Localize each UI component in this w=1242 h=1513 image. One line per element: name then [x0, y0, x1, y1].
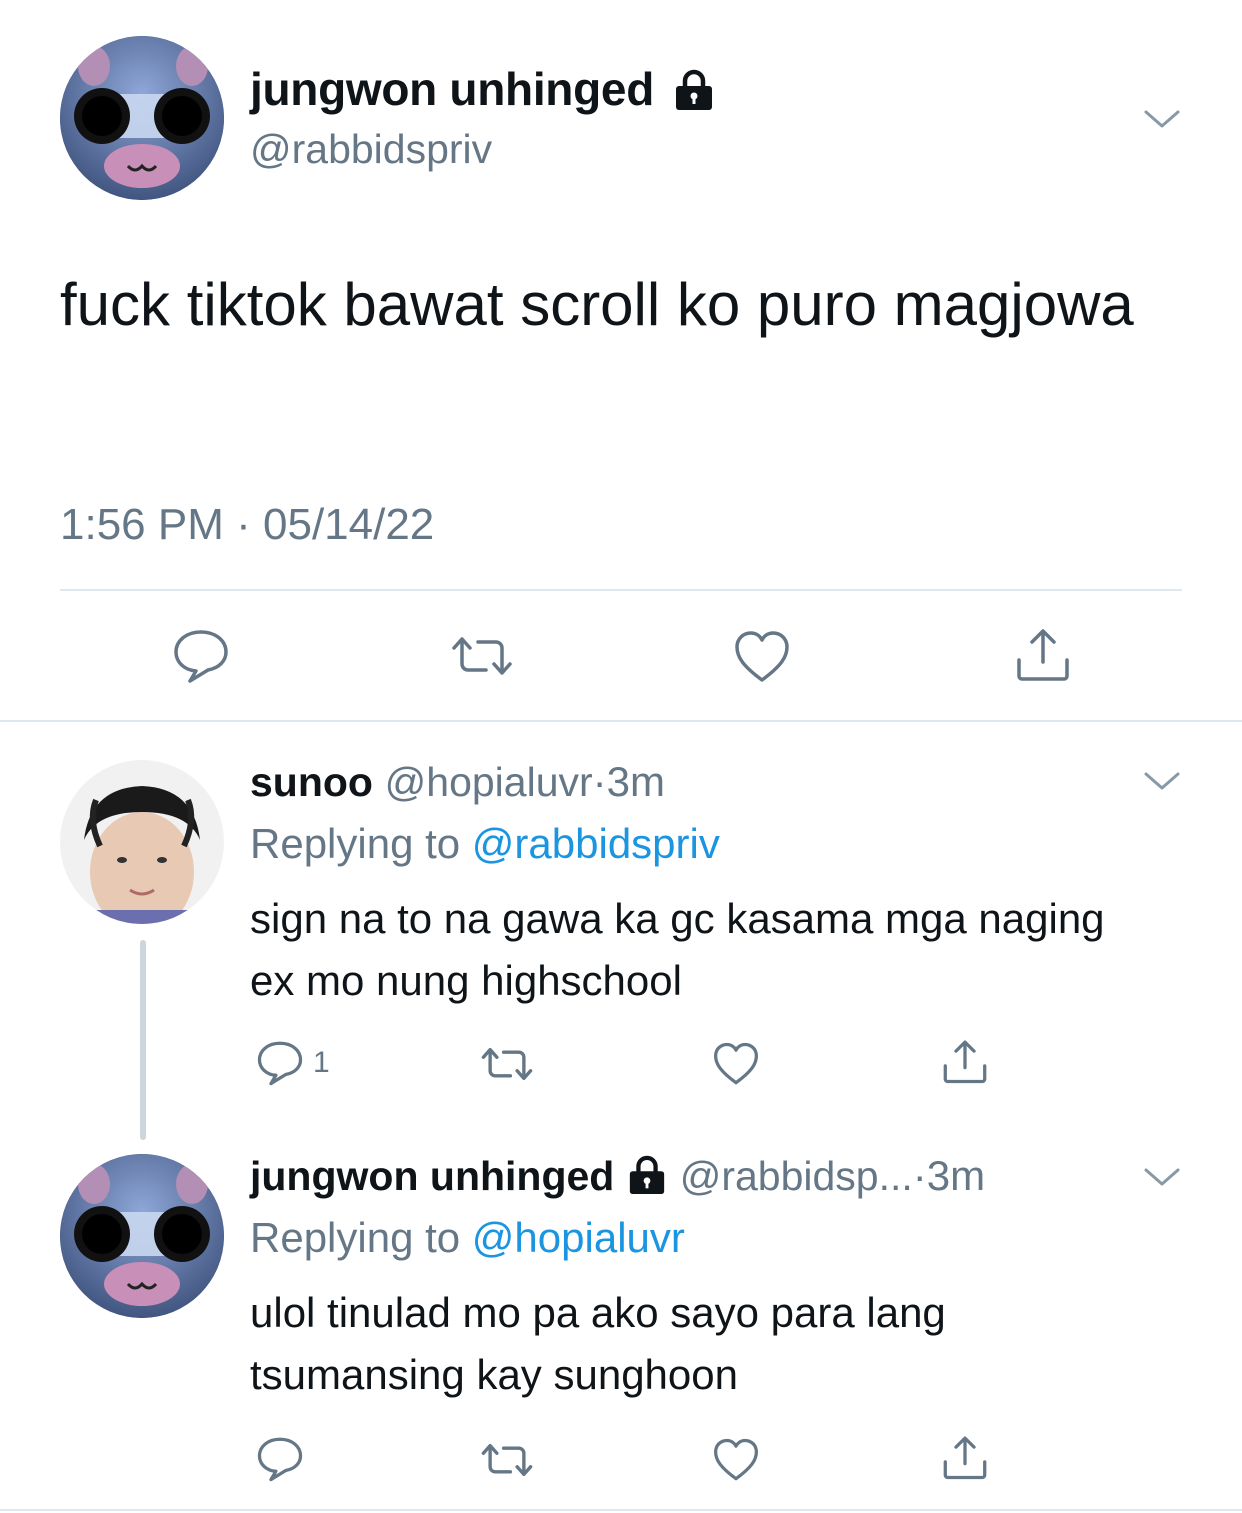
reply-icon[interactable] [256, 1436, 304, 1482]
chevron-down-icon[interactable] [1142, 766, 1182, 796]
reply-age[interactable]: 3m [607, 758, 665, 805]
author-name[interactable]: jungwon unhinged [250, 62, 716, 116]
like-icon[interactable] [733, 630, 791, 684]
reply-icon[interactable] [172, 628, 230, 684]
author-name[interactable]: sunoo [250, 759, 373, 805]
retweet-icon[interactable] [480, 1441, 534, 1479]
retweet-icon[interactable] [480, 1045, 534, 1083]
timestamp-separator: · [236, 500, 251, 549]
avatar[interactable] [60, 36, 224, 200]
meta-separator: · [592, 758, 607, 805]
author-name[interactable]: jungwon unhinged [250, 1153, 614, 1199]
tweet-time: 1:56 PM [60, 500, 224, 549]
avatar[interactable] [60, 1154, 224, 1318]
like-icon[interactable] [712, 1042, 760, 1086]
share-icon[interactable] [1014, 626, 1072, 682]
share-icon[interactable] [941, 1038, 989, 1084]
avatar[interactable] [60, 760, 224, 924]
reply-header: jungwon unhinged @rabbidsp...·3m [250, 1152, 985, 1200]
lock-icon [672, 69, 716, 111]
meta-separator: · [912, 1152, 927, 1199]
tweet-text: fuck tiktok bawat scroll ko puro magjowa [60, 271, 1134, 338]
replying-handle-link[interactable]: @rabbidspriv [472, 820, 720, 867]
tweet-timestamp[interactable]: 1:56 PM · 05/14/22 [60, 500, 434, 550]
replying-to: Replying to @hopialuvr [250, 1214, 685, 1262]
bottom-divider [0, 1509, 1242, 1511]
share-icon[interactable] [941, 1434, 989, 1480]
retweet-icon[interactable] [450, 634, 514, 678]
chevron-down-icon[interactable] [1142, 1162, 1182, 1192]
author-handle[interactable]: @hopialuvr [385, 759, 593, 805]
reply-count: 1 [313, 1046, 330, 1079]
reply-age[interactable]: 3m [927, 1152, 985, 1199]
author-handle[interactable]: @rabbidspriv [250, 126, 492, 173]
thread-line [140, 940, 146, 1140]
like-icon[interactable] [712, 1438, 760, 1482]
section-divider [0, 720, 1242, 722]
replying-to: Replying to @rabbidspriv [250, 820, 720, 868]
replying-prefix: Replying to [250, 820, 461, 867]
reply-text: ulol tinulad mo pa ako sayo para lang ts… [250, 1289, 946, 1398]
tweet-date: 05/14/22 [263, 500, 435, 549]
chevron-down-icon[interactable] [1142, 104, 1182, 134]
reply-text: sign na to na gawa ka gc kasama mga nagi… [250, 895, 1105, 1004]
replying-handle-link[interactable]: @hopialuvr [472, 1214, 685, 1261]
reply-header: sunoo @hopialuvr·3m [250, 758, 665, 806]
replying-prefix: Replying to [250, 1214, 461, 1261]
reply-icon[interactable] [256, 1040, 304, 1086]
author-handle[interactable]: @rabbidsp... [680, 1153, 913, 1199]
author-name-text: jungwon unhinged [250, 63, 654, 115]
divider [60, 589, 1182, 591]
lock-icon [626, 1155, 668, 1195]
